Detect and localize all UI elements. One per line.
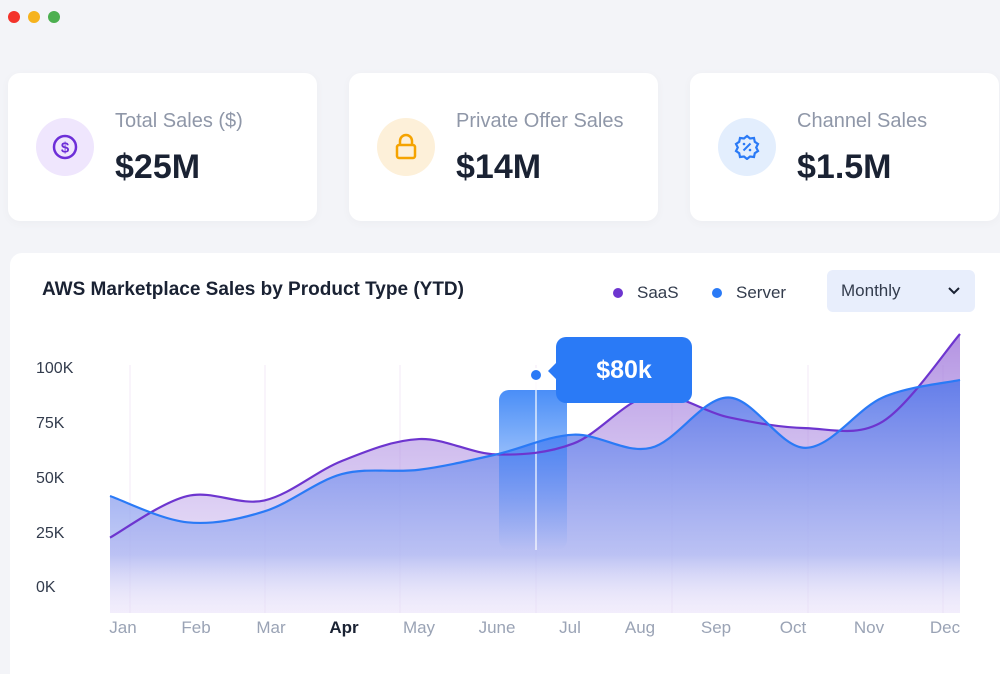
card-value: $25M	[115, 148, 201, 186]
private-offer-sales-card: Private Offer Sales $14M	[349, 73, 658, 221]
maximize-window-button[interactable]	[48, 11, 60, 23]
chart-plot	[109, 333, 961, 613]
card-label: Private Offer Sales	[456, 110, 624, 132]
total-sales-card: $ Total Sales ($) $25M	[8, 73, 317, 221]
dollar-circle-icon: $	[36, 118, 94, 176]
value-tooltip: $80k	[548, 337, 692, 403]
hover-point[interactable]	[531, 370, 541, 380]
card-value: $14M	[456, 148, 542, 186]
card-value: $1.5M	[797, 148, 892, 186]
channel-sales-card: Channel Sales $1.5M	[690, 73, 999, 221]
card-label: Channel Sales	[797, 110, 928, 132]
minimize-window-button[interactable]	[28, 11, 40, 23]
card-label: Total Sales ($)	[115, 110, 243, 132]
close-window-button[interactable]	[8, 11, 20, 23]
sales-chart-panel: AWS Marketplace Sales by Product Type (Y…	[10, 253, 1000, 674]
discount-badge-icon	[718, 118, 776, 176]
highlight-bar	[499, 390, 567, 550]
lock-icon	[377, 118, 435, 176]
svg-text:$: $	[61, 140, 70, 157]
